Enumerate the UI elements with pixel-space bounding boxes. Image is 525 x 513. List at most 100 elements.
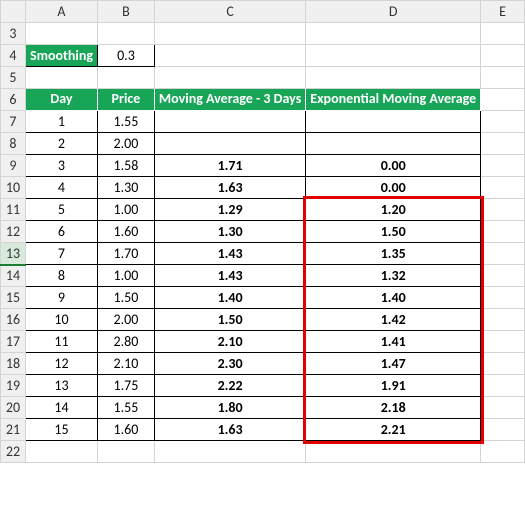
cell[interactable]	[481, 419, 525, 441]
cell[interactable]	[306, 441, 481, 463]
cell[interactable]	[154, 67, 305, 89]
row-header[interactable]: 11	[1, 199, 26, 221]
cell-price[interactable]: 1.00	[97, 199, 154, 221]
cell-day[interactable]: 13	[25, 375, 97, 397]
row-header[interactable]: 13	[1, 243, 26, 265]
cell-price[interactable]: 2.80	[97, 331, 154, 353]
row-header[interactable]: 3	[1, 23, 26, 45]
row-header[interactable]: 18	[1, 353, 26, 375]
row-header[interactable]: 14	[1, 265, 26, 287]
col-ema-header[interactable]: Exponential Moving Average	[306, 89, 481, 111]
cell-ema[interactable]: 1.42	[306, 309, 481, 331]
cell-price[interactable]: 1.75	[97, 375, 154, 397]
cell-ema[interactable]: 1.20	[306, 199, 481, 221]
cell-ema[interactable]: 1.35	[306, 243, 481, 265]
cell-ema[interactable]: 1.32	[306, 265, 481, 287]
cell-day[interactable]: 12	[25, 353, 97, 375]
cell-day[interactable]: 5	[25, 199, 97, 221]
cell-ma3[interactable]: 1.80	[154, 397, 305, 419]
cell[interactable]	[97, 67, 154, 89]
cell-ema[interactable]: 2.21	[306, 419, 481, 441]
cell[interactable]	[154, 23, 305, 45]
cell-ema[interactable]: 1.40	[306, 287, 481, 309]
cell-price[interactable]: 1.30	[97, 177, 154, 199]
cell[interactable]	[306, 45, 481, 67]
cell[interactable]	[481, 133, 525, 155]
cell-price[interactable]: 2.10	[97, 353, 154, 375]
cell-ma3[interactable]: 1.40	[154, 287, 305, 309]
cell[interactable]	[481, 155, 525, 177]
cell-ma3[interactable]: 2.30	[154, 353, 305, 375]
cell-ema[interactable]: 0.00	[306, 155, 481, 177]
cell-ma3[interactable]: 1.30	[154, 221, 305, 243]
select-all-corner[interactable]	[1, 1, 26, 23]
cell-day[interactable]: 8	[25, 265, 97, 287]
cell-price[interactable]: 2.00	[97, 309, 154, 331]
cell[interactable]	[25, 23, 97, 45]
cell-day[interactable]: 11	[25, 331, 97, 353]
cell[interactable]	[481, 243, 525, 265]
cell-ma3[interactable]	[154, 111, 305, 133]
row-header[interactable]: 22	[1, 441, 26, 463]
cell-ma3[interactable]: 1.43	[154, 243, 305, 265]
cell-ma3[interactable]: 1.63	[154, 177, 305, 199]
cell-ma3[interactable]: 1.43	[154, 265, 305, 287]
cell[interactable]	[481, 353, 525, 375]
row-header[interactable]: 20	[1, 397, 26, 419]
col-header-E[interactable]: E	[481, 1, 525, 23]
cell[interactable]	[481, 199, 525, 221]
cell-day[interactable]: 1	[25, 111, 97, 133]
cell-day[interactable]: 6	[25, 221, 97, 243]
cell[interactable]	[97, 441, 154, 463]
cell-price[interactable]: 1.60	[97, 221, 154, 243]
cell-ema[interactable]: 2.18	[306, 397, 481, 419]
cell-ema[interactable]: 1.41	[306, 331, 481, 353]
cell-price[interactable]: 1.60	[97, 419, 154, 441]
cell-ema[interactable]: 1.47	[306, 353, 481, 375]
col-day-header[interactable]: Day	[25, 89, 97, 111]
cell-day[interactable]: 7	[25, 243, 97, 265]
row-header[interactable]: 9	[1, 155, 26, 177]
cell-day[interactable]: 3	[25, 155, 97, 177]
cell-ma3[interactable]: 1.29	[154, 199, 305, 221]
cell[interactable]	[154, 441, 305, 463]
cell-ma3[interactable]: 2.22	[154, 375, 305, 397]
cell[interactable]	[306, 23, 481, 45]
cell-day[interactable]: 15	[25, 419, 97, 441]
cell[interactable]	[481, 331, 525, 353]
col-header-D[interactable]: D	[306, 1, 481, 23]
col-header-B[interactable]: B	[97, 1, 154, 23]
cell-price[interactable]: 1.58	[97, 155, 154, 177]
cell-ema[interactable]: 0.00	[306, 177, 481, 199]
row-header[interactable]: 16	[1, 309, 26, 331]
row-header[interactable]: 21	[1, 419, 26, 441]
cell-ema[interactable]	[306, 111, 481, 133]
smoothing-value[interactable]: 0.3	[97, 45, 154, 67]
cell-ema[interactable]: 1.50	[306, 221, 481, 243]
col-ma3-header[interactable]: Moving Average - 3 Days	[154, 89, 305, 111]
cell[interactable]	[481, 89, 525, 111]
row-header[interactable]: 12	[1, 221, 26, 243]
cell[interactable]	[481, 287, 525, 309]
cell[interactable]	[481, 221, 525, 243]
cell-ma3[interactable]: 1.71	[154, 155, 305, 177]
cell[interactable]	[481, 111, 525, 133]
cell[interactable]	[481, 397, 525, 419]
cell-ma3[interactable]: 1.63	[154, 419, 305, 441]
smoothing-label[interactable]: Smoothing	[25, 45, 97, 67]
cell[interactable]	[481, 23, 525, 45]
row-header[interactable]: 19	[1, 375, 26, 397]
cell-ma3[interactable]: 1.50	[154, 309, 305, 331]
cell[interactable]	[481, 45, 525, 67]
col-header-A[interactable]: A	[25, 1, 97, 23]
cell-ma3[interactable]: 2.10	[154, 331, 305, 353]
cell-day[interactable]: 10	[25, 309, 97, 331]
cell-price[interactable]: 1.55	[97, 397, 154, 419]
row-header[interactable]: 7	[1, 111, 26, 133]
row-header[interactable]: 15	[1, 287, 26, 309]
cell[interactable]	[481, 177, 525, 199]
row-header[interactable]: 5	[1, 67, 26, 89]
cell-price[interactable]: 2.00	[97, 133, 154, 155]
cell[interactable]	[481, 441, 525, 463]
cell-ema[interactable]: 1.91	[306, 375, 481, 397]
